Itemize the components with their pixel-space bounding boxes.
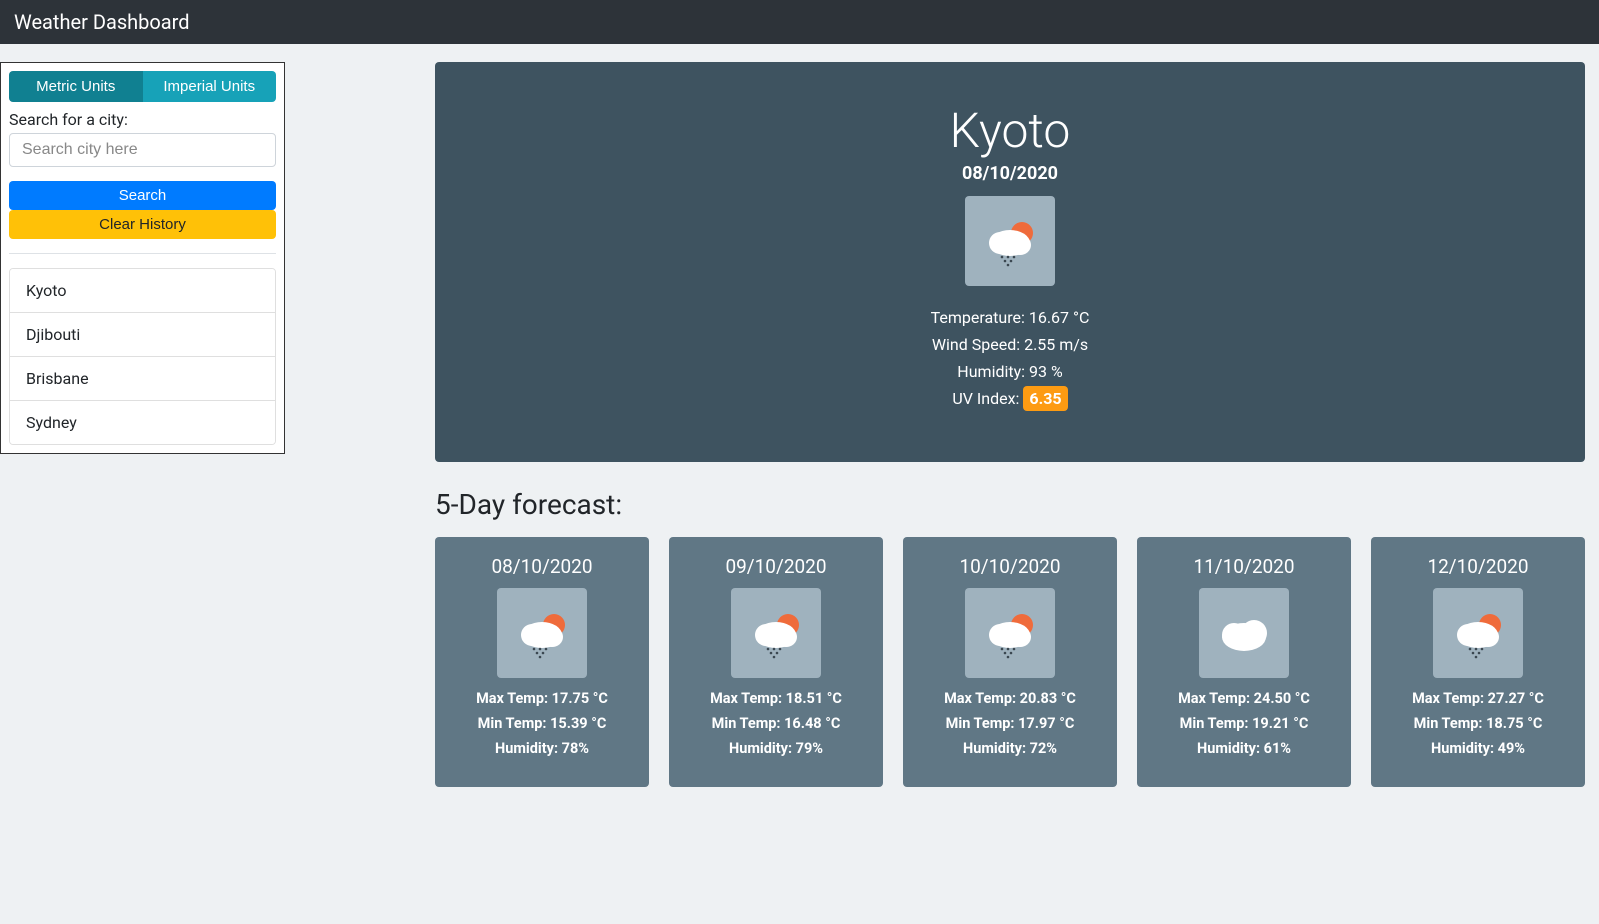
navbar: Weather Dashboard	[0, 0, 1599, 44]
forecast-card: 08/10/2020 Max Temp: 17.75 °C Min Temp: 15…	[435, 537, 649, 787]
history-item[interactable]: Kyoto	[10, 269, 275, 313]
current-weather-icon-wrapper	[965, 196, 1055, 286]
divider	[9, 253, 276, 254]
current-weather-card: Kyoto 08/10/2020 Temperature: 16.67 °C W…	[435, 62, 1585, 462]
forecast-min-temp: Min Temp: 19.21 °C	[1149, 715, 1339, 732]
search-label: Search for a city:	[9, 110, 276, 129]
history-item[interactable]: Sydney	[10, 401, 275, 444]
rain-sun-icon	[731, 588, 821, 678]
forecast-max-temp: Max Temp: 27.27 °C	[1383, 690, 1573, 707]
temperature-label: Temperature:	[931, 308, 1029, 327]
forecast-date: 11/10/2020	[1149, 555, 1339, 578]
uv-label: UV Index:	[952, 389, 1023, 408]
forecast-humidity: Humidity: 79%	[681, 740, 871, 757]
forecast-row: 08/10/2020 Max Temp: 17.75 °C Min Temp: 15…	[435, 537, 1585, 787]
forecast-max-temp: Max Temp: 17.75 °C	[447, 690, 637, 707]
wind-value: 2.55 m/s	[1024, 335, 1088, 354]
forecast-min-temp: Min Temp: 16.48 °C	[681, 715, 871, 732]
rain-sun-icon	[497, 588, 587, 678]
humidity-line: Humidity: 93 %	[455, 362, 1565, 381]
humidity-label: Humidity:	[957, 362, 1029, 381]
temperature-line: Temperature: 16.67 °C	[455, 308, 1565, 327]
wind-line: Wind Speed: 2.55 m/s	[455, 335, 1565, 354]
forecast-min-temp: Min Temp: 15.39 °C	[447, 715, 637, 732]
forecast-min-temp: Min Temp: 17.97 °C	[915, 715, 1105, 732]
forecast-title: 5-Day forecast:	[435, 488, 1585, 521]
forecast-date: 09/10/2020	[681, 555, 871, 578]
sidebar: Metric Units Imperial Units Search for a…	[0, 62, 285, 454]
forecast-card: 11/10/2020 Max Temp: 24.50 °C Min Temp: 19…	[1137, 537, 1351, 787]
forecast-date: 12/10/2020	[1383, 555, 1573, 578]
history-item[interactable]: Brisbane	[10, 357, 275, 401]
forecast-humidity: Humidity: 49%	[1383, 740, 1573, 757]
forecast-humidity: Humidity: 78%	[447, 740, 637, 757]
humidity-value: 93 %	[1029, 362, 1063, 381]
forecast-min-temp: Min Temp: 18.75 °C	[1383, 715, 1573, 732]
uv-line: UV Index: 6.35	[455, 389, 1565, 408]
forecast-humidity: Humidity: 61%	[1149, 740, 1339, 757]
search-button[interactable]: Search	[9, 181, 276, 210]
forecast-humidity: Humidity: 72%	[915, 740, 1105, 757]
city-name: Kyoto	[455, 102, 1565, 159]
main-panel: Kyoto 08/10/2020 Temperature: 16.67 °C W…	[435, 62, 1597, 787]
rain-sun-icon	[965, 196, 1055, 286]
app-title: Weather Dashboard	[14, 10, 190, 34]
history-item[interactable]: Djibouti	[10, 313, 275, 357]
forecast-date: 08/10/2020	[447, 555, 637, 578]
forecast-max-temp: Max Temp: 24.50 °C	[1149, 690, 1339, 707]
unit-toggle-group: Metric Units Imperial Units	[9, 71, 276, 102]
wind-label: Wind Speed:	[932, 335, 1024, 354]
forecast-date: 10/10/2020	[915, 555, 1105, 578]
rain-sun-icon	[1433, 588, 1523, 678]
forecast-max-temp: Max Temp: 20.83 °C	[915, 690, 1105, 707]
cloud-icon	[1199, 588, 1289, 678]
forecast-card: 09/10/2020 Max Temp: 18.51 °C Min Temp: 16…	[669, 537, 883, 787]
current-date: 08/10/2020	[455, 163, 1565, 184]
clear-history-button[interactable]: Clear History	[9, 210, 276, 239]
history-list: Kyoto Djibouti Brisbane Sydney	[9, 268, 276, 445]
search-input[interactable]	[9, 133, 276, 167]
forecast-card: 10/10/2020 Max Temp: 20.83 °C Min Temp: 17…	[903, 537, 1117, 787]
main-container: Metric Units Imperial Units Search for a…	[0, 44, 1599, 805]
forecast-max-temp: Max Temp: 18.51 °C	[681, 690, 871, 707]
forecast-card: 12/10/2020 Max Temp: 27.27 °C Min Temp: 18…	[1371, 537, 1585, 787]
temperature-value: 16.67 °C	[1029, 308, 1090, 327]
rain-sun-icon	[965, 588, 1055, 678]
imperial-units-button[interactable]: Imperial Units	[143, 71, 277, 102]
metric-units-button[interactable]: Metric Units	[9, 71, 143, 102]
uv-badge: 6.35	[1023, 386, 1067, 411]
